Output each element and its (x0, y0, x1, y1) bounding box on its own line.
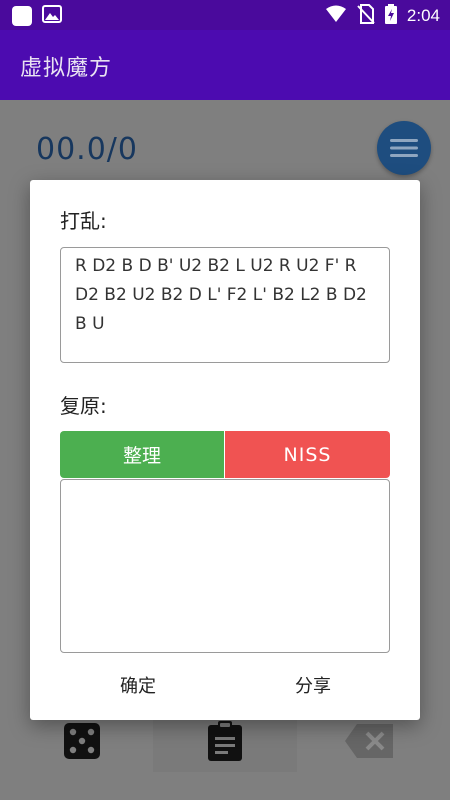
share-button[interactable]: 分享 (263, 672, 363, 698)
app-title: 虚拟魔方 (20, 56, 113, 81)
scramble-label: 打乱: (60, 209, 107, 233)
wifi-icon (325, 5, 347, 27)
backspace-icon (345, 724, 393, 758)
solve-label: 复原: (60, 394, 107, 418)
clipboard-icon (208, 721, 242, 761)
scramble-dialog: 打乱: R D2 B D B' U2 B2 L U2 R U2 F' R D2 … (30, 180, 420, 720)
no-sim-icon (357, 4, 375, 28)
image-icon (42, 5, 62, 27)
app-square-icon (12, 6, 32, 26)
timer-display: 00.0/0 (36, 132, 138, 167)
menu-icon (390, 139, 418, 157)
scramble-text-field[interactable]: R D2 B D B' U2 B2 L U2 R U2 F' R D2 B2 U… (60, 247, 390, 363)
app-bar: 虚拟魔方 (0, 30, 450, 100)
bottom-toolbar (0, 710, 450, 800)
status-time: 2:04 (406, 6, 440, 25)
tidy-button[interactable]: 整理 (60, 431, 224, 478)
confirm-button[interactable]: 确定 (88, 672, 188, 698)
niss-button[interactable]: NISS (225, 431, 390, 478)
menu-button[interactable] (377, 121, 431, 175)
battery-charging-icon (384, 4, 397, 28)
solve-input[interactable] (60, 479, 390, 653)
dice-icon (64, 723, 100, 759)
status-bar: 2:04 (0, 0, 450, 30)
